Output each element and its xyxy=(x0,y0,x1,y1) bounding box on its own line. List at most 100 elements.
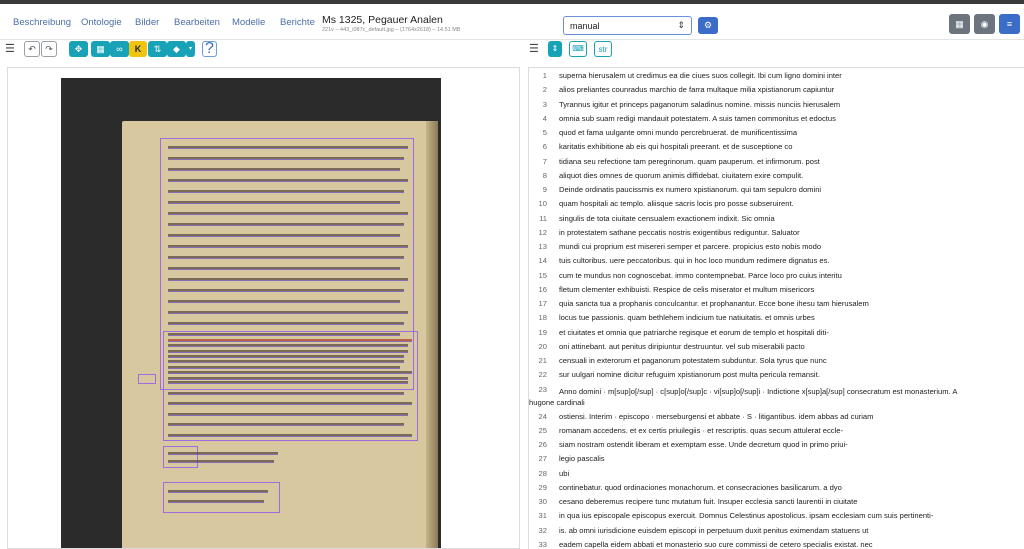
line-text[interactable]: romanam accedens. et ex certis priuilegi… xyxy=(559,426,843,435)
nav-modelle[interactable]: Modelle xyxy=(232,17,265,28)
line-text[interactable]: omnia sub suam redigi mandauit potestate… xyxy=(559,114,836,123)
tool-sort-button[interactable]: ⇅ xyxy=(148,41,167,57)
transcription-line[interactable]: 3 Tyrannus igitur et princeps paganorum s… xyxy=(529,98,1024,112)
line-text[interactable]: censuali in exterorum et paganorum potes… xyxy=(559,356,827,365)
tool-dropdown-button[interactable]: ▾ xyxy=(186,41,195,57)
transcription-line[interactable]: 11 singulis de tota ciuitate censualem ex… xyxy=(529,212,1024,226)
transcription-line[interactable]: 18 locus tue passionis. quam bethlehem in… xyxy=(529,311,1024,325)
transcription-line[interactable]: 14 tuis cultoribus. uere peccatoribus. qu… xyxy=(529,254,1024,268)
nav-ontologie[interactable]: Ontologie xyxy=(81,17,122,28)
nav-bearbeiten[interactable]: Bearbeiten xyxy=(174,17,220,28)
list-ordered-icon[interactable]: ☰ xyxy=(529,42,539,55)
transcription-line[interactable]: 15 cum te mundus non cognoscebat. immo co… xyxy=(529,269,1024,283)
transcription-line[interactable]: 21 censuali in exterorum et paganorum pot… xyxy=(529,354,1024,368)
image-viewer[interactable] xyxy=(7,67,520,549)
transcription-line[interactable]: 29 continebatur. quod ordinaciones monach… xyxy=(529,481,1024,495)
line-text[interactable]: cum te mundus non cognoscebat. immo cont… xyxy=(559,271,842,280)
line-text[interactable]: karitatis exhibitione ab eis qui hospita… xyxy=(559,142,792,151)
line-text[interactable]: aliquot dies omnes de quorum animis diff… xyxy=(559,171,803,180)
line-text[interactable]: quam hospitali ac templo. aliisque sacri… xyxy=(559,199,794,208)
line-text[interactable]: eadem capella eidem abbati et monasterio… xyxy=(559,540,873,549)
transcription-line[interactable]: 19 et ciuitates et omnia que patriarche r… xyxy=(529,326,1024,340)
transcription-panel[interactable]: 1 superna hierusalem ut credimus ea die c… xyxy=(528,67,1024,549)
transcription-line[interactable]: 4 omnia sub suam redigi mandauit potestat… xyxy=(529,112,1024,126)
keyboard-button[interactable]: ⌨ xyxy=(569,41,587,57)
transcription-line[interactable]: 32 is. ab omni iurisdicione euisdem episc… xyxy=(529,524,1024,538)
transcription-line[interactable]: 13 mundi cui proprium est misereri semper… xyxy=(529,240,1024,254)
list-icon[interactable]: ☰ xyxy=(5,42,15,55)
tool-grid-button[interactable]: ▦ xyxy=(91,41,110,57)
nav-beschreibung[interactable]: Beschreibung xyxy=(13,17,71,28)
transcription-line[interactable]: 28 ubi xyxy=(529,467,1024,481)
tool-k-button[interactable]: K xyxy=(129,41,147,57)
line-text[interactable]: tidiana seu refectione tam peregrinorum.… xyxy=(559,157,820,166)
tool-shapes-button[interactable]: ◆ xyxy=(167,41,186,57)
transcription-line[interactable]: 12 in protestatem sathane peccatis nostri… xyxy=(529,226,1024,240)
line-text[interactable]: quia sancta tua a prophanis conculcantur… xyxy=(559,299,869,308)
line-text[interactable]: oni attinebant. aut penitus diripiuntur … xyxy=(559,342,805,351)
line-text[interactable]: in qua ius episcopale episcopus exercuit… xyxy=(559,511,933,520)
transcription-line[interactable]: 22 sur uulgari nomine dicitur refuguim xp… xyxy=(529,368,1024,382)
redo-button[interactable]: ↷ xyxy=(41,41,57,57)
line-text[interactable]: siam nostram ostendit liberam et exempta… xyxy=(559,440,848,449)
transcription-line[interactable]: 10 quam hospitali ac templo. aliisque sac… xyxy=(529,197,1024,211)
transcription-line[interactable]: 16 fletum clementer exhibuisti. Respice d… xyxy=(529,283,1024,297)
text-region-5[interactable] xyxy=(138,374,156,384)
line-text[interactable]: quod et fama uulgante omni mundo percreb… xyxy=(559,128,797,137)
line-text[interactable]: alios preliantes counradus marchio de fa… xyxy=(559,85,834,94)
line-text[interactable]: mundi cui proprium est misereri semper e… xyxy=(559,242,821,251)
transcription-line[interactable]: 30 cesano deberemus recipere tunc mutatum… xyxy=(529,495,1024,509)
sort-lines-button[interactable]: ⇕ xyxy=(548,41,562,57)
line-text[interactable]: fletum clementer exhibuisti. Respice de … xyxy=(559,285,814,294)
tool-link-button[interactable]: ∞ xyxy=(110,41,129,57)
line-text[interactable]: ostiensi. Interim · episcopo · merseburg… xyxy=(559,412,873,421)
transcription-line[interactable]: 6 karitatis exhibitione ab eis qui hospit… xyxy=(529,140,1024,154)
transcription-line[interactable]: 17 quia sancta tua a prophanis conculcant… xyxy=(529,297,1024,311)
transcription-line[interactable]: 27 legio pascalis xyxy=(529,452,1024,466)
line-text[interactable]: ubi xyxy=(559,469,569,478)
transcription-line[interactable]: 9 Deinde ordinatis paucissmis ex numero x… xyxy=(529,183,1024,197)
line-text[interactable]: locus tue passionis. quam bethlehem indi… xyxy=(559,313,815,322)
line-text[interactable]: in protestatem sathane peccatis nostris … xyxy=(559,228,800,237)
text-region-4[interactable] xyxy=(163,482,280,513)
str-button[interactable]: str xyxy=(594,41,612,57)
preview-button[interactable]: ◉ xyxy=(974,14,995,34)
settings-button[interactable]: ⚙ xyxy=(698,17,718,34)
mode-select[interactable]: manual ⇕ xyxy=(563,16,692,35)
line-text[interactable]: Anno domini · m[sup]o[/sup] · c[sup]o[/s… xyxy=(559,385,1019,398)
line-text[interactable]: et ciuitates et omnia que patriarche reg… xyxy=(559,328,829,337)
transcription-line[interactable]: 5 quod et fama uulgante omni mundo percre… xyxy=(529,126,1024,140)
line-text[interactable]: cesano deberemus recipere tunc mutatum f… xyxy=(559,497,857,506)
text-region-3[interactable] xyxy=(163,446,198,468)
transcription-line[interactable]: 1 superna hierusalem ut credimus ea die c… xyxy=(529,69,1024,83)
line-text[interactable]: continebatur. quod ordinaciones monachor… xyxy=(559,483,842,492)
transcription-line[interactable]: 2 alios preliantes counradus marchio de f… xyxy=(529,83,1024,97)
line-text[interactable]: Tyrannus igitur et princeps paganorum sa… xyxy=(559,100,840,109)
handwriting-stroke xyxy=(168,344,408,347)
line-text-wrap[interactable]: hugone cardinali xyxy=(529,398,585,407)
line-text[interactable]: legio pascalis xyxy=(559,454,605,463)
transcription-line[interactable]: 33 eadem capella eidem abbati et monaster… xyxy=(529,538,1024,549)
transcription-line[interactable]: 26 siam nostram ostendit liberam et exemp… xyxy=(529,438,1024,452)
transcription-line[interactable]: 8 aliquot dies omnes de quorum animis dif… xyxy=(529,169,1024,183)
transcription-line[interactable]: 7 tidiana seu refectione tam peregrinorum… xyxy=(529,155,1024,169)
line-text[interactable]: tuis cultoribus. uere peccatoribus. qui … xyxy=(559,256,830,265)
transcription-line[interactable]: 20 oni attinebant. aut penitus diripiuntu… xyxy=(529,340,1024,354)
line-text[interactable]: Deinde ordinatis paucissmis ex numero xp… xyxy=(559,185,821,194)
transcription-line[interactable]: 24 ostiensi. Interim · episcopo · mersebu… xyxy=(529,410,1024,424)
transcription-line[interactable]: 25 romanam accedens. et ex certis priuile… xyxy=(529,424,1024,438)
line-text[interactable]: sur uulgari nomine dicitur refuguim xpis… xyxy=(559,370,820,379)
line-text[interactable]: is. ab omni iurisdicione euisdem episcop… xyxy=(559,526,868,535)
transcription-line[interactable]: 23 Anno domini · m[sup]o[/sup] · c[sup]o[… xyxy=(529,383,1024,410)
undo-button[interactable]: ↶ xyxy=(24,41,40,57)
help-button[interactable]: ? xyxy=(202,40,217,57)
nav-berichte[interactable]: Berichte xyxy=(280,17,315,28)
text-view-button[interactable]: ≡ xyxy=(999,14,1020,34)
line-text[interactable]: superna hierusalem ut credimus ea die ci… xyxy=(559,71,842,80)
transcription-line[interactable]: 31 in qua ius episcopale episcopus exercu… xyxy=(529,509,1024,523)
tool-nodes-button[interactable]: ✥ xyxy=(69,41,88,57)
line-number: 22 xyxy=(538,370,547,380)
nav-bilder[interactable]: Bilder xyxy=(135,17,159,28)
line-text[interactable]: singulis de tota ciuitate censualem exac… xyxy=(559,214,775,223)
table-view-button[interactable]: ▦ xyxy=(949,14,970,34)
